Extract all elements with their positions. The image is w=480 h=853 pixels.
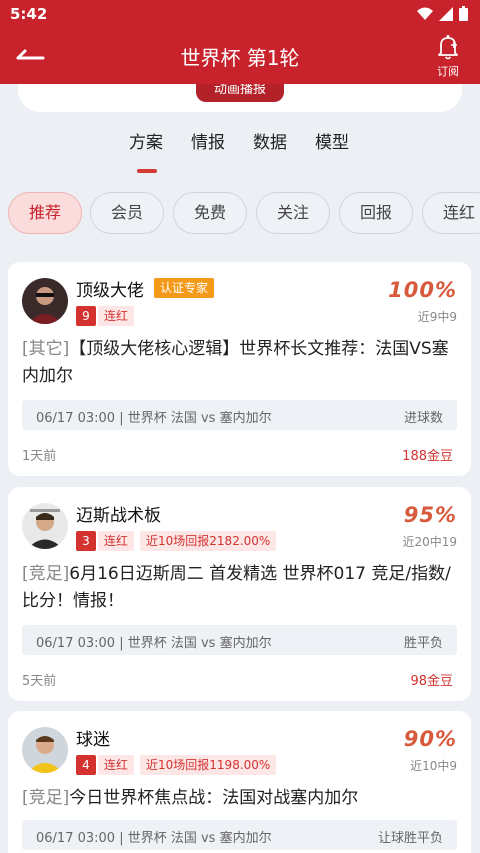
tab-model[interactable]: 模型	[315, 128, 349, 153]
streak-count: 3	[76, 531, 96, 551]
author-name: 迈斯战术板	[76, 506, 161, 526]
price: 188金豆	[402, 449, 453, 464]
plan-tag: [竞足]	[22, 788, 70, 808]
wifi-icon	[417, 7, 433, 20]
avatar	[22, 278, 68, 324]
return-label: 近10场回报2182.00%	[140, 531, 277, 551]
avatar	[22, 503, 68, 549]
chip-member[interactable]: 会员	[90, 192, 164, 234]
plan-content: [竞足]今日世界杯焦点战：法国对战塞内加尔	[22, 785, 457, 812]
streak-label: 连红	[98, 755, 135, 775]
market-type: 胜平负	[403, 636, 443, 651]
author-name: 顶级大佬	[76, 281, 144, 301]
plan-tag: [竞足]	[22, 564, 70, 584]
streak-badge: 3 连红 近10场回报2182.00%	[76, 531, 277, 551]
match-info: 06/17 03:00 | 世界杯 法国 vs 塞内加尔	[36, 831, 272, 846]
page-title: 世界杯 第1轮	[180, 46, 300, 70]
plan-tag: [其它]	[22, 339, 70, 359]
match-info-bar: 06/17 03:00 | 世界杯 法国 vs 塞内加尔 让球胜平负	[22, 820, 457, 850]
plan-text: 【顶级大佬核心逻辑】世界杯长文推荐：法国VS塞内加尔	[22, 339, 449, 386]
status-time: 5:42	[10, 5, 48, 23]
win-rate: 95%	[403, 503, 457, 527]
status-bar: 5:42	[0, 0, 480, 28]
bell-icon	[438, 35, 458, 60]
subscribe-label: 订阅	[437, 65, 459, 78]
plan-card[interactable]: 顶级大佬 认证专家 9 连红 100% 近9中9 [其它]【顶级大佬核心逻辑】世…	[8, 262, 471, 476]
chip-return[interactable]: 回报	[339, 192, 413, 234]
avatar	[22, 727, 68, 773]
plan-text: 今日世界杯焦点战：法国对战塞内加尔	[69, 788, 359, 808]
win-record: 近20中19	[402, 535, 457, 549]
chip-follow[interactable]: 关注	[256, 192, 330, 234]
post-time: 5天前	[22, 674, 57, 689]
market-type: 让球胜平负	[377, 831, 443, 846]
win-record: 近9中9	[417, 310, 457, 324]
streak-label: 连红	[98, 306, 135, 326]
tab-bar: 方案 情报 数据 模型	[0, 128, 480, 168]
app-bar: 世界杯 第1轮 订阅	[0, 28, 480, 84]
streak-badge: 9 连红	[76, 306, 135, 326]
match-info: 06/17 03:00 | 世界杯 法国 vs 塞内加尔	[36, 636, 272, 651]
subscribe-button[interactable]: 订阅	[430, 34, 466, 79]
chip-free[interactable]: 免费	[173, 192, 247, 234]
plan-card[interactable]: 球迷 4 连红 近10场回报1198.00% 90% 近10中9 [竞足]今日世…	[8, 711, 471, 853]
price: 98金豆	[410, 674, 453, 689]
streak-label: 连红	[98, 531, 135, 551]
match-info-bar: 06/17 03:00 | 世界杯 法国 vs 塞内加尔 进球数	[22, 400, 457, 430]
market-type: 进球数	[403, 411, 443, 426]
tab-data[interactable]: 数据	[253, 128, 287, 153]
streak-count: 4	[76, 755, 96, 775]
battery-icon	[459, 6, 468, 21]
active-tab-indicator	[137, 169, 157, 173]
system-icons	[417, 6, 468, 21]
streak-count: 9	[76, 306, 96, 326]
chip-recommend[interactable]: 推荐	[8, 192, 82, 234]
streak-badge: 4 连红 近10场回报1198.00%	[76, 755, 277, 775]
match-info: 06/17 03:00 | 世界杯 法国 vs 塞内加尔	[36, 411, 272, 426]
tab-intel[interactable]: 情报	[191, 128, 225, 153]
plan-text: 6月16日迈斯周二 首发精选 世界杯017 竞足/指数/比分！情报！	[22, 564, 451, 611]
win-record: 近10中9	[410, 759, 457, 773]
expert-badge: 认证专家	[154, 278, 215, 298]
animation-button-label: 动画播报	[213, 84, 266, 97]
return-label: 近10场回报1198.00%	[140, 755, 277, 775]
win-rate: 100%	[388, 278, 457, 302]
win-rate: 90%	[403, 727, 457, 751]
match-info-bar: 06/17 03:00 | 世界杯 法国 vs 塞内加尔 胜平负	[22, 625, 457, 655]
post-time: 1天前	[22, 449, 57, 464]
plan-card[interactable]: 迈斯战术板 3 连红 近10场回报2182.00% 95% 近20中19 [竞足…	[8, 487, 471, 701]
filter-chips: 推荐 会员 免费 关注 回报 连红	[0, 190, 480, 236]
plan-content: [竞足]6月16日迈斯周二 首发精选 世界杯017 竞足/指数/比分！情报！	[22, 561, 457, 615]
author-name: 球迷	[76, 730, 110, 750]
signal-icon	[439, 6, 453, 21]
plan-content: [其它]【顶级大佬核心逻辑】世界杯长文推荐：法国VS塞内加尔	[22, 336, 457, 390]
chip-streak[interactable]: 连红	[422, 192, 480, 234]
animation-button[interactable]: 动画播报	[196, 84, 284, 102]
tab-plan[interactable]: 方案	[129, 128, 163, 153]
